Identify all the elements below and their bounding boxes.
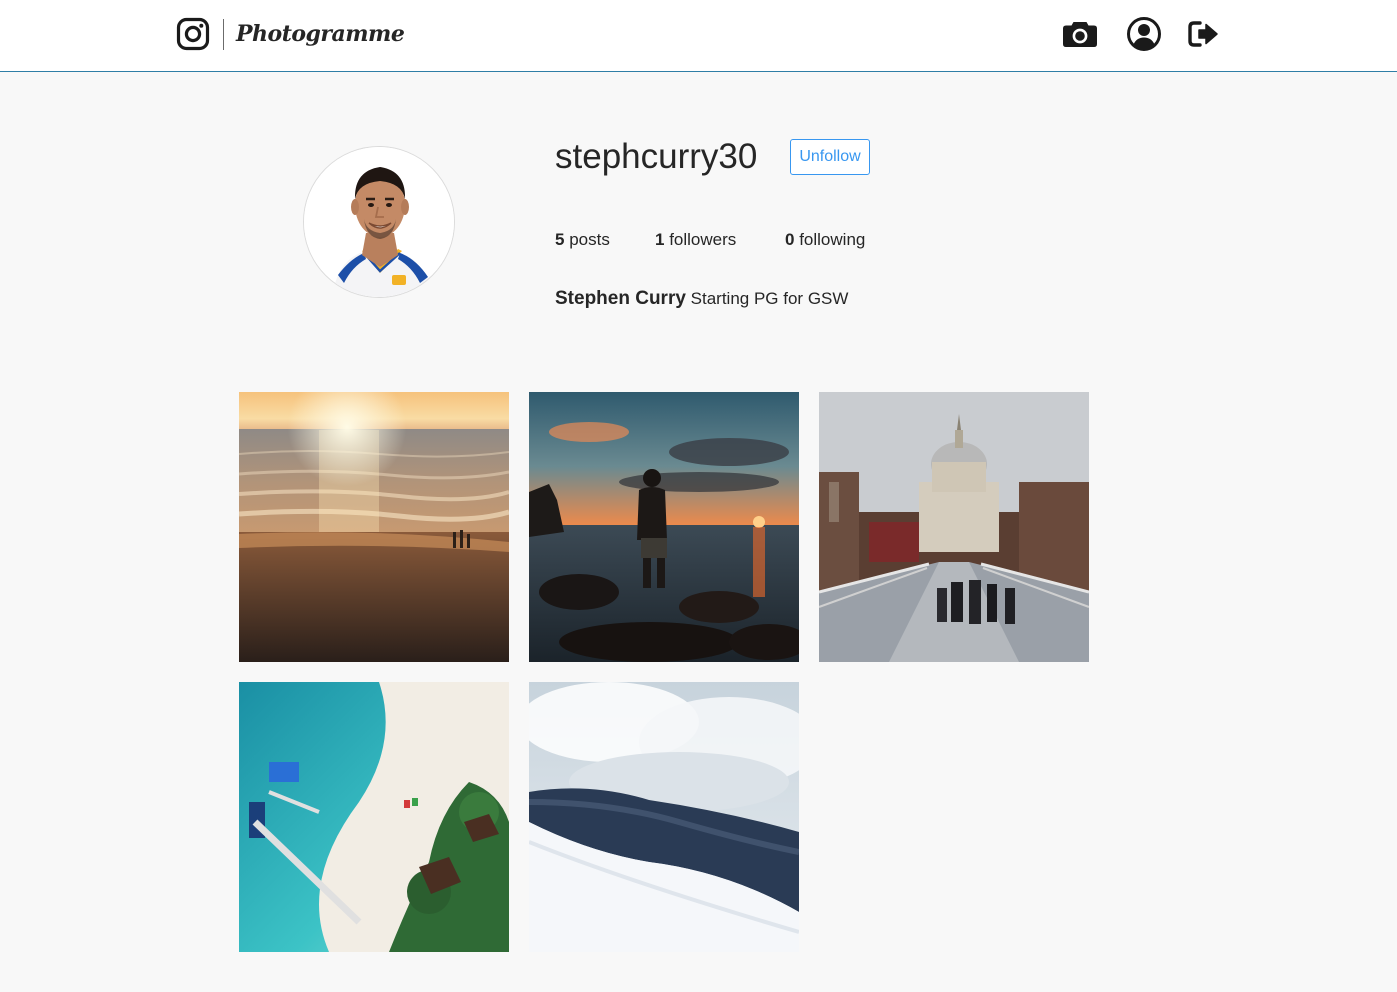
camera-icon[interactable] <box>1062 16 1098 52</box>
followers-count: 1 <box>655 230 665 249</box>
profile-header: stephcurry30 Unfollow 5 posts 1 follower… <box>0 72 1397 372</box>
top-navbar: Photogramme <box>0 0 1397 72</box>
post-grid <box>239 392 1089 952</box>
followers-count-stat[interactable]: 1 followers <box>655 230 736 250</box>
followers-label: followers <box>669 230 737 249</box>
profile-bio: Stephen Curry Starting PG for GSW <box>555 288 848 310</box>
following-count: 0 <box>785 230 795 249</box>
following-count-stat[interactable]: 0 following <box>785 230 865 250</box>
following-label: following <box>799 230 866 249</box>
post-thumbnail-snowy-mountain[interactable] <box>529 682 799 952</box>
post-thumbnail-beach-sunset[interactable] <box>239 392 509 662</box>
unfollow-button[interactable]: Unfollow <box>790 139 870 175</box>
post-thumbnail-st-pauls[interactable] <box>819 392 1089 662</box>
posts-count: 5 <box>555 230 565 249</box>
sign-out-icon[interactable] <box>1186 16 1222 52</box>
posts-count-stat[interactable]: 5 posts <box>555 230 610 250</box>
post-thumbnail-man-on-rocks[interactable] <box>529 392 799 662</box>
brand[interactable]: Photogramme <box>176 16 405 52</box>
user-circle-icon[interactable] <box>1126 16 1162 52</box>
posts-label: posts <box>569 230 610 249</box>
brand-name[interactable]: Photogramme <box>236 21 405 47</box>
profile-username: stephcurry30 <box>555 137 758 176</box>
instagram-logo-icon[interactable] <box>176 17 210 51</box>
post-thumbnail-tropical-beach[interactable] <box>239 682 509 952</box>
profile-bio-text: Starting PG for GSW <box>690 289 849 308</box>
profile-full-name: Stephen Curry <box>555 288 686 309</box>
brand-divider <box>223 18 224 50</box>
profile-avatar[interactable] <box>303 146 455 298</box>
